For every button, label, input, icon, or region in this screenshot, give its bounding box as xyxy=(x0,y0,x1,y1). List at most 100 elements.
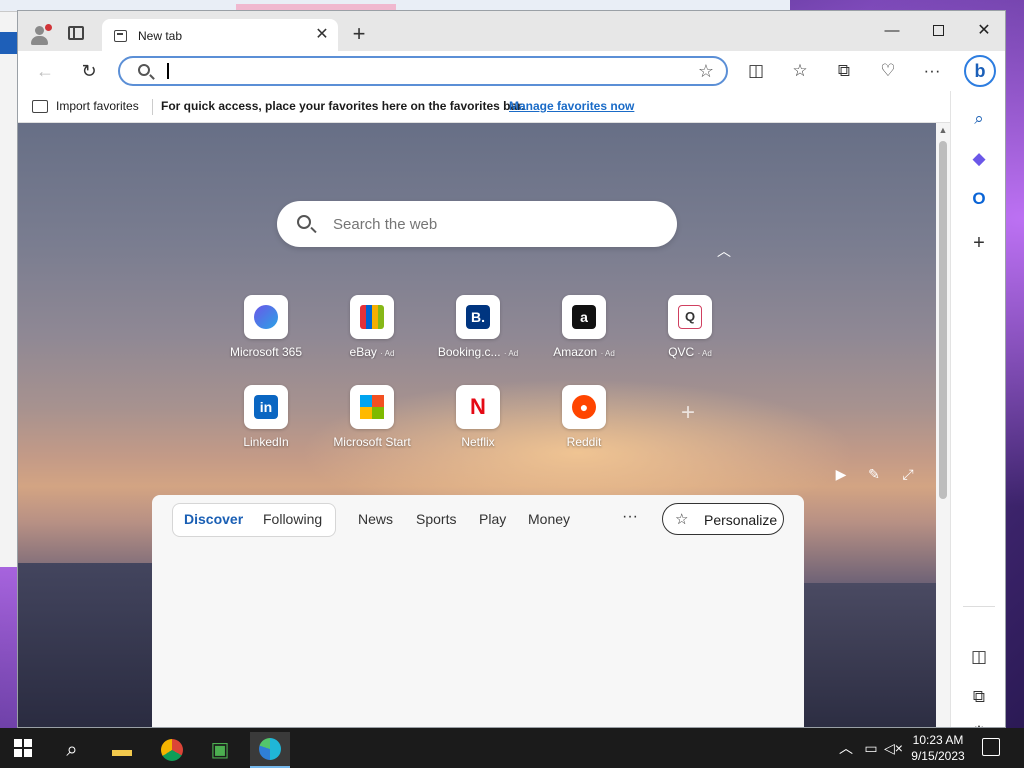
tile-name: LinkedIn xyxy=(243,435,289,449)
personalize-label: Personalize xyxy=(704,512,778,528)
ebay-bag-icon xyxy=(360,305,384,329)
show-hidden-icons-chevron-icon[interactable]: ︿ xyxy=(838,728,854,768)
address-input[interactable] xyxy=(164,61,684,81)
quick-link-netflix[interactable]: N Netflix xyxy=(430,385,526,465)
import-favorites-button[interactable]: Import favorites xyxy=(56,99,139,113)
app-icon[interactable]: ▣ xyxy=(200,732,240,768)
tab-play[interactable]: Play xyxy=(479,511,506,527)
profile-button[interactable] xyxy=(28,23,52,47)
quick-link-linkedin[interactable]: in LinkedIn xyxy=(218,385,314,465)
netflix-icon: N xyxy=(466,395,490,419)
add-favorite-star-icon[interactable]: ☆ xyxy=(698,61,714,82)
web-search-input[interactable] xyxy=(333,213,653,235)
quick-link-microsoft-start[interactable]: Microsoft Start xyxy=(324,385,420,465)
microsoft-365-icon xyxy=(254,305,278,329)
tab-new-tab[interactable]: New tab ✕ xyxy=(102,19,338,53)
tab-discover[interactable]: Discover xyxy=(184,511,243,527)
quick-link-microsoft-365[interactable]: Microsoft 365 xyxy=(218,295,314,375)
sidebar-open-external-icon[interactable]: ⧉ xyxy=(967,685,991,709)
start-button[interactable] xyxy=(14,739,32,757)
tile-label: eBay · Ad xyxy=(324,345,420,359)
notification-center-icon[interactable] xyxy=(982,738,1000,756)
volume-muted-icon[interactable]: ◁× xyxy=(884,728,903,768)
tile-label: LinkedIn xyxy=(218,435,314,449)
tab-sports[interactable]: Sports xyxy=(416,511,456,527)
page-scrollbar[interactable]: ▲ xyxy=(936,123,950,727)
tab-news[interactable]: News xyxy=(358,511,393,527)
edge-taskbar-icon[interactable] xyxy=(250,732,290,768)
clock-date: 9/15/2023 xyxy=(911,749,965,763)
new-tab-button[interactable]: + xyxy=(348,23,370,46)
sidebar-split-icon[interactable]: ◫ xyxy=(967,645,991,669)
back-button[interactable]: ← xyxy=(34,60,56,82)
tab-actions-icon[interactable] xyxy=(68,26,84,40)
settings-more-icon[interactable]: ··· xyxy=(920,59,944,83)
tile-name: Reddit xyxy=(566,435,602,449)
add-site-plus-icon[interactable]: + xyxy=(678,401,698,425)
taskbar-search-icon[interactable]: ⌕ xyxy=(52,732,92,768)
expand-icon[interactable]: ⤢ xyxy=(899,465,917,483)
tile-icon-box: N xyxy=(456,385,500,429)
close-tab-icon[interactable]: ✕ xyxy=(314,27,330,43)
play-icon[interactable]: ▶ xyxy=(832,465,850,483)
reddit-icon: ● xyxy=(572,395,596,419)
sidebar-microsoft-365-icon[interactable]: ◆ xyxy=(967,147,991,171)
split-screen-icon[interactable]: ◫ xyxy=(744,59,768,83)
bing-copilot-button[interactable]: b xyxy=(964,55,996,87)
navigation-toolbar: ← ↻ ☆ ◫ ☆ ⧉ ♡ ··· b xyxy=(18,51,1005,91)
tab-money[interactable]: Money xyxy=(528,511,570,527)
divider xyxy=(152,99,153,115)
edge-browser-window: New tab ✕ + — ✕ ← ↻ ☆ ◫ ☆ ⧉ ♡ ··· b Impo… xyxy=(17,10,1006,728)
quick-link-amazon[interactable]: a Amazon · Ad xyxy=(536,295,632,375)
tile-icon-box xyxy=(350,295,394,339)
chevron-up-icon[interactable]: ︿ xyxy=(716,243,732,259)
text-caret xyxy=(167,63,169,79)
tile-label: Microsoft Start xyxy=(324,435,420,449)
tab-following[interactable]: Following xyxy=(263,511,322,527)
quick-link-booking[interactable]: B. Booking.c... · Ad xyxy=(430,295,526,375)
minimize-button[interactable]: — xyxy=(880,21,904,41)
system-clock[interactable]: 10:23 AM 9/15/2023 xyxy=(906,732,970,764)
tile-label: Reddit xyxy=(536,435,632,449)
quick-link-reddit[interactable]: ● Reddit xyxy=(536,385,632,465)
background-hills xyxy=(796,583,936,727)
tile-name: Microsoft 365 xyxy=(229,345,303,359)
network-icon[interactable]: ▭ xyxy=(862,728,880,768)
favorites-bar: Import favorites For quick access, place… xyxy=(18,91,1005,123)
windows-logo-icon xyxy=(24,739,32,747)
tile-icon-box: a xyxy=(562,295,606,339)
sidebar-settings-gear-icon[interactable]: ⚙ xyxy=(967,721,991,727)
web-search-box[interactable] xyxy=(277,201,677,247)
collections-icon[interactable]: ⧉ xyxy=(832,59,856,83)
chrome-icon[interactable] xyxy=(152,732,192,768)
sidebar-search-icon[interactable]: ⌕ xyxy=(967,107,991,131)
background-window-edge[interactable] xyxy=(0,12,18,567)
ad-label: · Ad xyxy=(380,349,395,358)
edit-background-icon[interactable]: ✎ xyxy=(865,465,883,483)
scroll-up-icon[interactable]: ▲ xyxy=(938,125,948,135)
address-bar[interactable]: ☆ xyxy=(118,56,728,86)
quick-link-ebay[interactable]: eBay · Ad xyxy=(324,295,420,375)
tile-name: Booking.c... xyxy=(437,345,501,359)
browser-essentials-icon[interactable]: ♡ xyxy=(876,59,900,83)
sidebar-add-icon[interactable]: + xyxy=(967,231,991,255)
quick-link-qvc[interactable]: Q QVC · Ad xyxy=(642,295,738,375)
manage-favorites-link[interactable]: Manage favorites now xyxy=(509,99,634,113)
personalize-button[interactable]: ☆ Personalize xyxy=(662,503,784,535)
import-favorites-icon[interactable] xyxy=(32,100,48,113)
tile-icon-box: B. xyxy=(456,295,500,339)
profile-icon-body xyxy=(31,36,48,45)
close-window-button[interactable]: ✕ xyxy=(972,21,996,41)
tile-icon-box xyxy=(244,295,288,339)
more-options-icon[interactable]: ··· xyxy=(622,508,638,526)
search-icon xyxy=(297,215,311,229)
scrollbar-thumb[interactable] xyxy=(939,141,947,499)
favorites-icon[interactable]: ☆ xyxy=(788,59,812,83)
file-explorer-icon[interactable]: ▬ xyxy=(102,732,142,768)
search-icon xyxy=(138,64,150,76)
maximize-button[interactable] xyxy=(926,21,950,41)
chrome-logo xyxy=(161,739,183,761)
refresh-button[interactable]: ↻ xyxy=(78,60,100,82)
windows-logo-icon xyxy=(14,739,22,747)
sidebar-outlook-icon[interactable]: O xyxy=(967,187,991,211)
